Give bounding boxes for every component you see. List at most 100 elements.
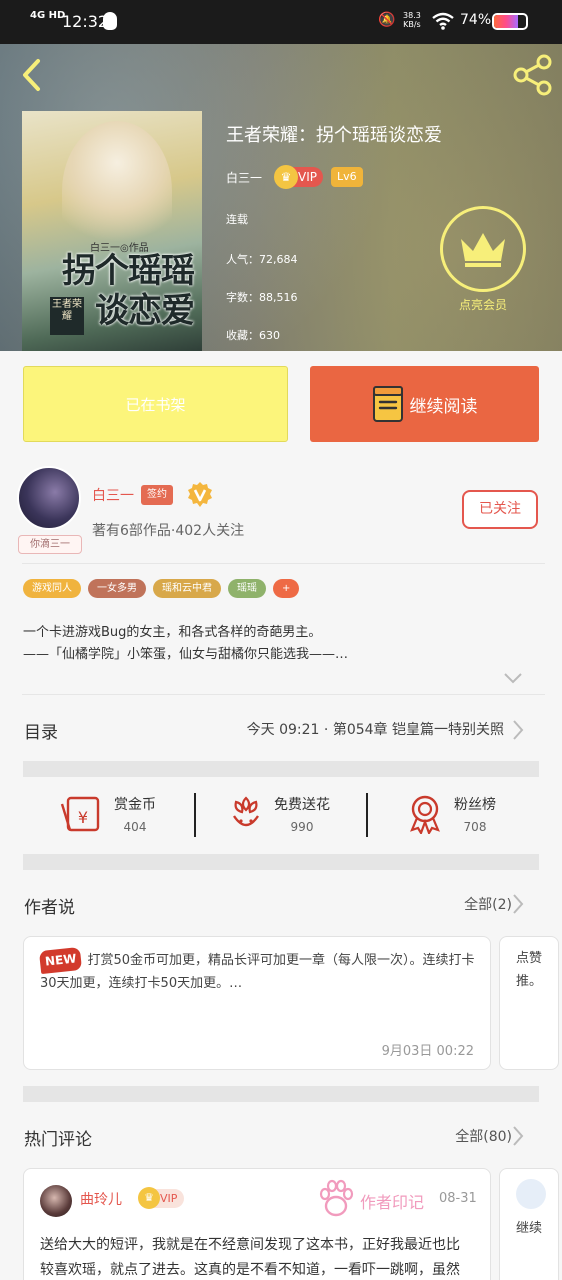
medal-icon [410,795,440,834]
book-status: 连载 [226,213,248,226]
vip-badge: ♛ VIP [138,1187,185,1209]
book-intro[interactable]: 一个卡进游戏Bug的女主，和各式各样的奇葩男主。 ——「仙橘学院」小笨蛋，仙女与… [23,622,533,666]
section-separator [23,761,539,777]
divider [22,563,545,564]
book-favorites: 收藏：630 [226,329,280,342]
crown-circle-icon [440,206,526,292]
share-icon[interactable] [512,54,554,96]
battery-percent: 74% [460,12,492,28]
book-cover[interactable]: 白三一◎作品 拐个瑶瑶 谈恋爱 王者荣耀 [22,111,202,351]
toc-latest-chapter[interactable]: 今天 09:21 · 第054章 铠皇篇一特别关照 [247,719,504,739]
wifi-icon [432,12,454,30]
reward-value: 708 [463,820,487,834]
mute-icon: 🔕 [378,12,396,28]
reward-label: 免费送花 [274,797,330,813]
cover-badge: 王者荣耀 [50,297,84,335]
author-says-title: 作者说 [24,898,75,918]
comment-peek: 继续 [516,1221,543,1236]
book-detail-page: 4G HD 12:32 🔕 38.3 KB/s 74% 白三一◎作品 拐个瑶瑶 … [0,0,562,1280]
signed-badge: 签约 [141,485,173,505]
status-bar: 4G HD 12:32 🔕 38.3 KB/s 74% [0,0,562,44]
level-badge: Lv6 [331,167,363,187]
network-speed: 38.3 KB/s [403,11,421,29]
chevron-right-icon[interactable] [511,1125,525,1147]
reward-label: 粉丝榜 [454,797,496,813]
comment-date: 08-31 [439,1191,477,1206]
author-note-card[interactable]: NEW 打赏50金币可加更，精品长评可加更一章（每人限一次）。连续打卡30天加更，… [23,936,491,1070]
commenter-avatar[interactable] [40,1185,72,1217]
author-row: 白三一 ♛ VIP Lv6 [226,165,363,189]
book-author[interactable]: 白三一 [226,169,262,186]
book-title: 王者荣耀：拐个瑶瑶谈恋爱 [226,125,442,146]
divider [194,793,196,837]
member-label: 点亮会员 [458,298,507,312]
in-bookshelf-button[interactable]: 已在书架 [23,366,288,442]
author-note-peek: 点赞推。 [516,951,543,989]
tag-item[interactable]: 一女多男 [88,579,146,598]
reward-label: 赏金币 [114,797,156,813]
commenter-avatar [516,1179,546,1209]
book-header: 4G HD 12:32 🔕 38.3 KB/s 74% 白三一◎作品 拐个瑶瑶 … [0,0,562,351]
verified-icon [188,482,212,507]
continue-reading-label: 继续阅读 [409,396,478,417]
battery-icon [492,13,528,30]
light-membership-button[interactable]: 点亮会员 [440,206,526,313]
svg-text:¥: ¥ [78,808,88,827]
reward-value: 404 [123,820,147,834]
speed-value: 38.3 [403,11,421,20]
section-separator [23,854,539,870]
author-avatar[interactable] [17,466,81,530]
comment-card[interactable]: 继续 [499,1168,559,1280]
hot-comments-all-link[interactable]: 全部(80) [455,1126,512,1146]
paw-icon [319,1179,354,1217]
clock: 12:32 [62,12,109,31]
book-icon [372,386,403,422]
fan-ranking-button[interactable]: 粉丝榜 708 [406,794,496,834]
vip-label: VIP [160,1192,178,1205]
author-stats: 著有6部作品·402人关注 [92,523,245,539]
reward-coins-button[interactable]: ¥ 赏金币 404 [60,794,156,834]
new-badge: NEW [38,946,83,975]
chevron-down-icon[interactable] [502,670,524,686]
author-note-body: 打赏50金币可加更，精品长评可加更一章（每人限一次）。连续打卡30天加更，连续打… [40,953,475,991]
author-note-text: NEW 打赏50金币可加更，精品长评可加更一章（每人限一次）。连续打卡30天加更，… [38,946,480,995]
tag-item[interactable]: 瑶和云中君 [153,579,221,598]
network-indicator: 4G HD [30,10,66,21]
toc-title[interactable]: 目录 [24,718,58,743]
commenter-name[interactable]: 曲玲儿 [80,1189,122,1209]
hot-comments-title: 热门评论 [24,1130,92,1150]
comment-card[interactable]: 曲玲儿 ♛ VIP 作者印记 08-31 送给大大的短评，我就是在不经意间发现了这… [23,1168,491,1280]
continue-reading-button[interactable]: 继续阅读 [310,366,539,442]
flower-icon [233,796,259,827]
add-tag-button[interactable]: + [273,579,300,598]
avatar-tag: 你滴三一 [18,535,82,554]
book-word-count: 字数：88,516 [226,291,298,304]
send-flower-button[interactable]: 免费送花 990 [228,794,330,834]
speed-unit: KB/s [403,20,421,29]
followed-button[interactable]: 已关注 [462,490,538,529]
chevron-right-icon[interactable] [511,893,525,915]
author-note-card[interactable]: 点赞推。 [499,936,559,1070]
crown-icon: ♛ [274,165,299,189]
author-says-all-link[interactable]: 全部(2) [464,894,512,914]
section-separator [23,1086,539,1102]
red-envelope-icon: ¥ [60,796,100,832]
intro-line: 一个卡进游戏Bug的女主，和各式各样的奇葩男主。 [23,625,322,640]
tag-item[interactable]: 游戏同人 [23,579,81,598]
author-note-date: 9月03日 00:22 [381,1044,474,1059]
divider [22,694,545,695]
intro-line: ——「仙橘学院」小笨蛋，仙女与甜橘你只能选我——… [23,647,349,662]
author-mark: 作者印记 [360,1193,425,1212]
chevron-right-icon[interactable] [511,719,525,741]
cover-title-line1: 拐个瑶瑶 [62,251,195,291]
tag-item[interactable]: 瑶瑶 [228,579,266,598]
reward-value: 990 [290,820,314,834]
crown-icon: ♛ [138,1187,160,1209]
divider [366,793,368,837]
author-name[interactable]: 白三一 [92,485,134,505]
vip-label: VIP [298,170,317,184]
qq-icon [103,12,117,30]
crown-icon [461,233,505,267]
vip-badge: ♛ VIP [274,165,323,189]
back-arrow-icon[interactable] [18,58,48,92]
